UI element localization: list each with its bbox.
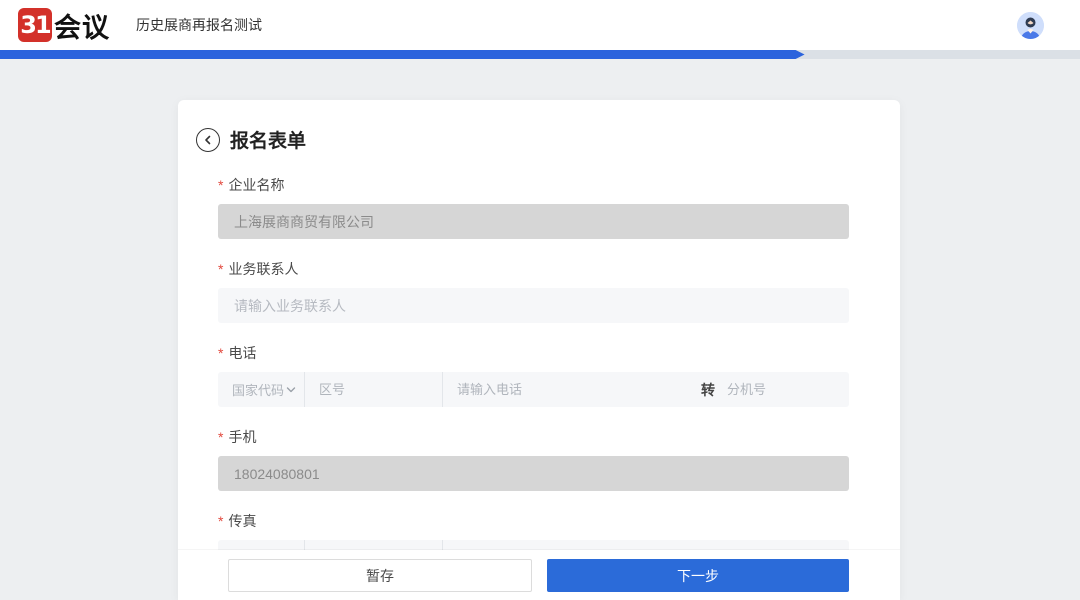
extension-separator-label: 转 xyxy=(701,381,715,398)
field-label: * 电话 xyxy=(218,345,257,361)
back-button[interactable] xyxy=(196,127,220,152)
company-name-input[interactable] xyxy=(218,204,849,239)
next-step-button[interactable]: 下一步 xyxy=(547,559,849,592)
progress-bar-track xyxy=(0,50,1080,59)
field-business-contact: * 业务联系人 xyxy=(218,259,849,323)
chevron-down-icon xyxy=(286,386,296,392)
registration-card: 报名表单 *企业名称 *业务联系人 *电话 国家代码 xyxy=(178,100,900,600)
required-marker: * xyxy=(218,177,224,193)
chevron-left-icon xyxy=(205,135,211,144)
required-marker: * xyxy=(218,429,224,445)
user-avatar-icon[interactable] xyxy=(1017,12,1044,39)
required-marker: * xyxy=(218,513,224,529)
field-company-name: * 企业名称 xyxy=(218,175,849,239)
field-label: * 传真 xyxy=(218,513,257,529)
field-label: * 企业名称 xyxy=(218,177,285,193)
business-contact-input[interactable] xyxy=(218,288,849,323)
field-label: * 业务联系人 xyxy=(218,261,299,277)
logo-text: 会议 xyxy=(54,12,110,43)
event-title: 历史展商再报名测试 xyxy=(136,17,262,33)
save-draft-button[interactable]: 暂存 xyxy=(228,559,532,592)
mobile-input[interactable] xyxy=(218,456,849,491)
logo-badge-icon: 31 xyxy=(18,8,52,42)
field-telephone: *电话 国家代码 转 xyxy=(218,343,849,407)
app-header: 31 会议 历史展商再报名测试 xyxy=(0,0,1080,50)
app-logo[interactable]: 31 会议 xyxy=(18,6,110,45)
field-mobile: * 手机 xyxy=(218,427,849,491)
form-footer: 暂存 下一步 xyxy=(178,550,900,600)
required-marker: * xyxy=(218,261,224,277)
form-title: 报名表单 xyxy=(230,131,307,152)
telephone-area-code-input[interactable] xyxy=(305,372,443,407)
form-area: *企业名称 *业务联系人 *电话 国家代码 xyxy=(178,175,900,575)
progress-bar-fill xyxy=(0,50,805,59)
telephone-country-code-select[interactable]: 国家代码 xyxy=(218,372,305,407)
telephone-composite-input: 国家代码 转 xyxy=(218,372,849,407)
field-label: * 手机 xyxy=(218,429,257,445)
telephone-number-input[interactable] xyxy=(443,372,701,407)
required-marker: * xyxy=(218,345,224,361)
telephone-extension-input[interactable] xyxy=(727,372,849,407)
card-title-row: 报名表单 xyxy=(196,126,900,153)
